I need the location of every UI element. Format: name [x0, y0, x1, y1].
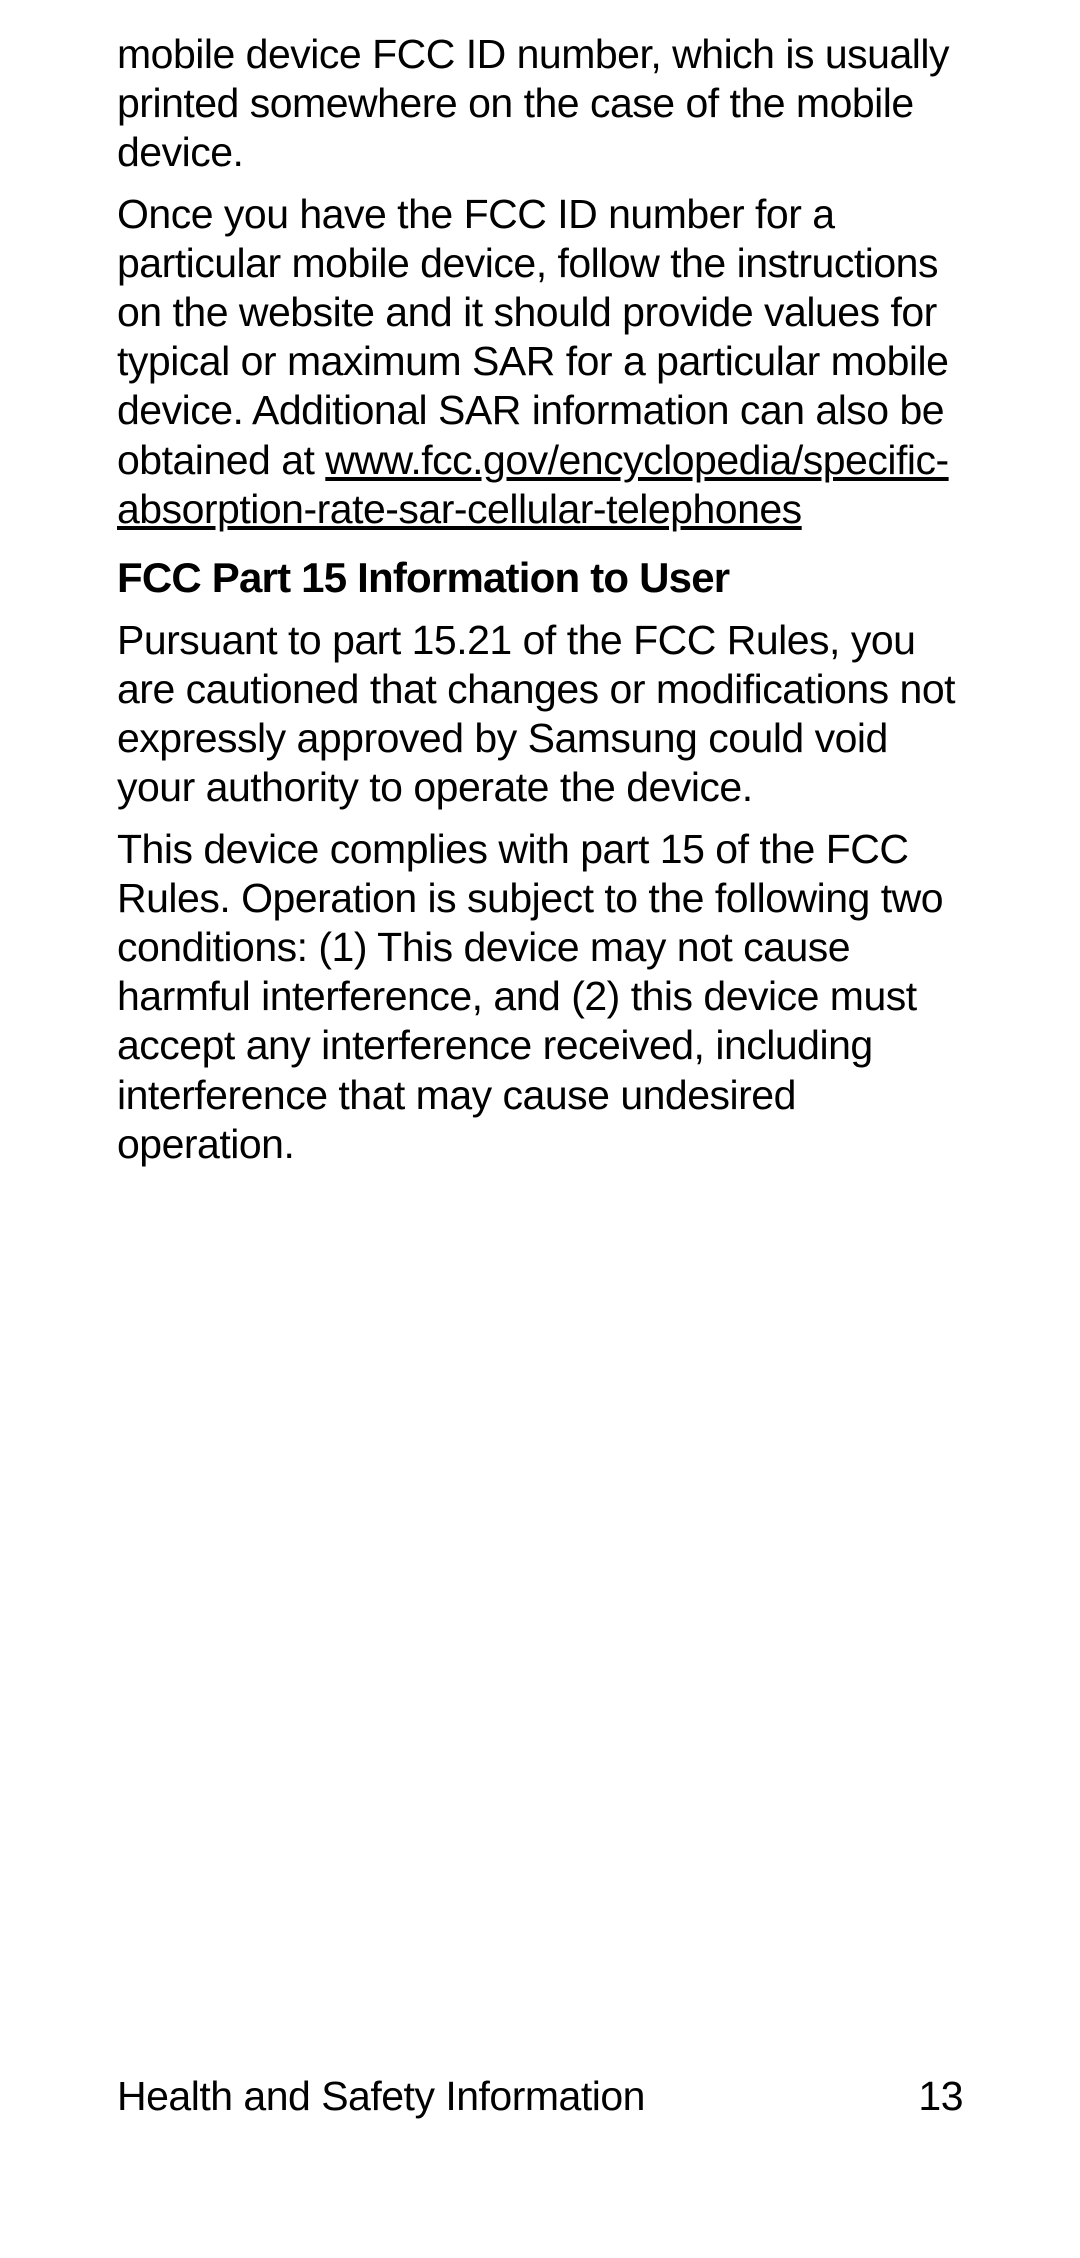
document-content: mobile device FCC ID number, which is us… — [117, 30, 963, 1181]
page-footer: Health and Safety Information 13 — [117, 2073, 963, 2120]
footer-page-number: 13 — [918, 2073, 963, 2120]
paragraph-part-15-compliance: This device complies with part 15 of the… — [117, 825, 963, 1169]
paragraph-sar-instructions: Once you have the FCC ID number for a pa… — [117, 190, 963, 534]
heading-fcc-part-15: FCC Part 15 Information to User — [117, 554, 963, 602]
footer-section-title: Health and Safety Information — [117, 2073, 645, 2120]
paragraph-part-15-21: Pursuant to part 15.21 of the FCC Rules,… — [117, 616, 963, 813]
paragraph-fcc-id-location: mobile device FCC ID number, which is us… — [117, 30, 963, 178]
